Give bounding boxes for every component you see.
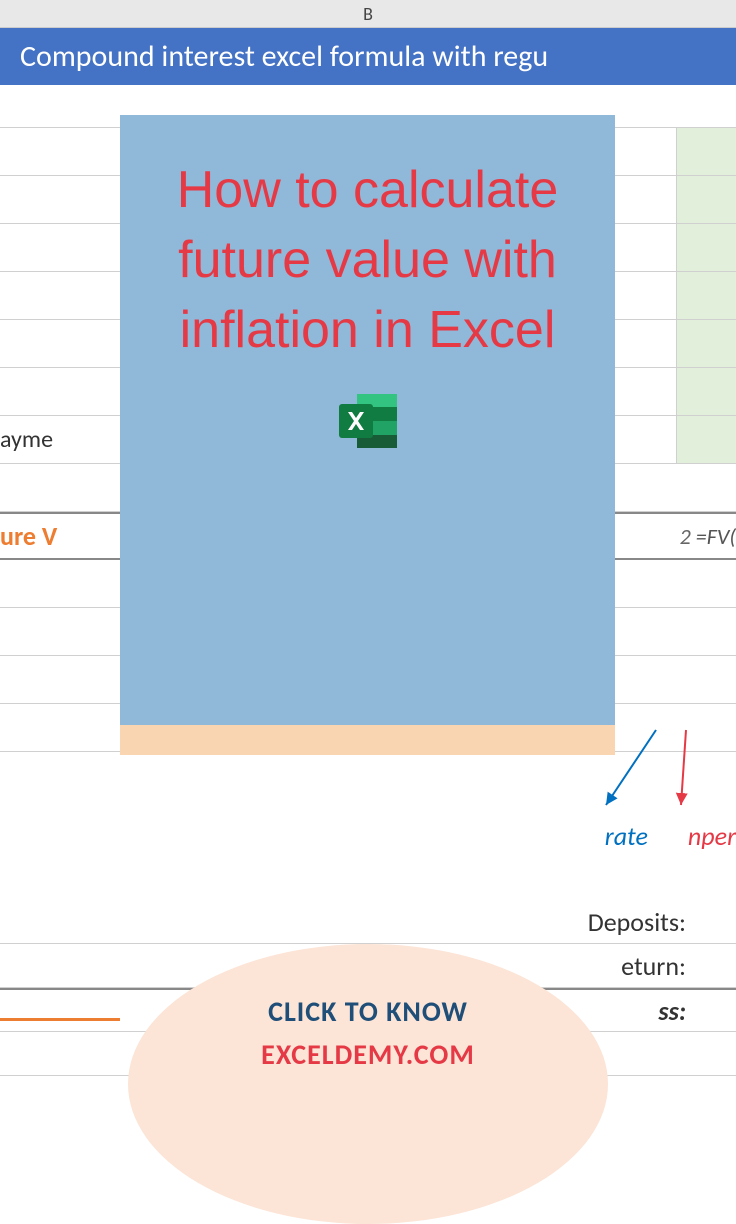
input-cell[interactable]: [676, 272, 736, 319]
input-cell[interactable]: [676, 224, 736, 271]
input-cell[interactable]: [676, 368, 736, 415]
overlay-card: How to calculate future value with infla…: [120, 115, 615, 755]
card-title: How to calculate future value with infla…: [150, 155, 585, 366]
input-cell[interactable]: [676, 416, 736, 463]
title-text: Compound interest excel formula with reg…: [20, 38, 548, 75]
excel-icon: [333, 386, 403, 461]
deposits-row[interactable]: Deposits:: [0, 900, 736, 944]
orange-underline: [0, 1018, 120, 1021]
rate-label: rate: [605, 820, 648, 852]
input-cell[interactable]: [676, 128, 736, 175]
input-cell[interactable]: [676, 176, 736, 223]
input-cell[interactable]: [676, 320, 736, 367]
payment-label: ayme: [0, 425, 53, 454]
cta-circle[interactable]: CLICK TO KNOW EXCELDEMY.COM: [128, 944, 608, 1224]
return-label: eturn:: [621, 950, 686, 982]
column-letter: B: [363, 3, 373, 25]
column-header: B: [0, 0, 736, 28]
formula-text: 2 =FV(: [680, 523, 736, 550]
cta-line1: CLICK TO KNOW: [268, 994, 468, 1029]
cta-line2: EXCELDEMY.COM: [261, 1037, 475, 1072]
ss-label: ss:: [658, 995, 686, 1027]
future-value-label: ure V: [0, 520, 57, 552]
formula-params: rate nper: [605, 820, 736, 852]
overlay-strip: [120, 725, 615, 755]
nper-label: nper: [688, 820, 736, 852]
deposits-label: Deposits:: [588, 906, 686, 938]
title-banner: Compound interest excel formula with reg…: [0, 28, 736, 85]
